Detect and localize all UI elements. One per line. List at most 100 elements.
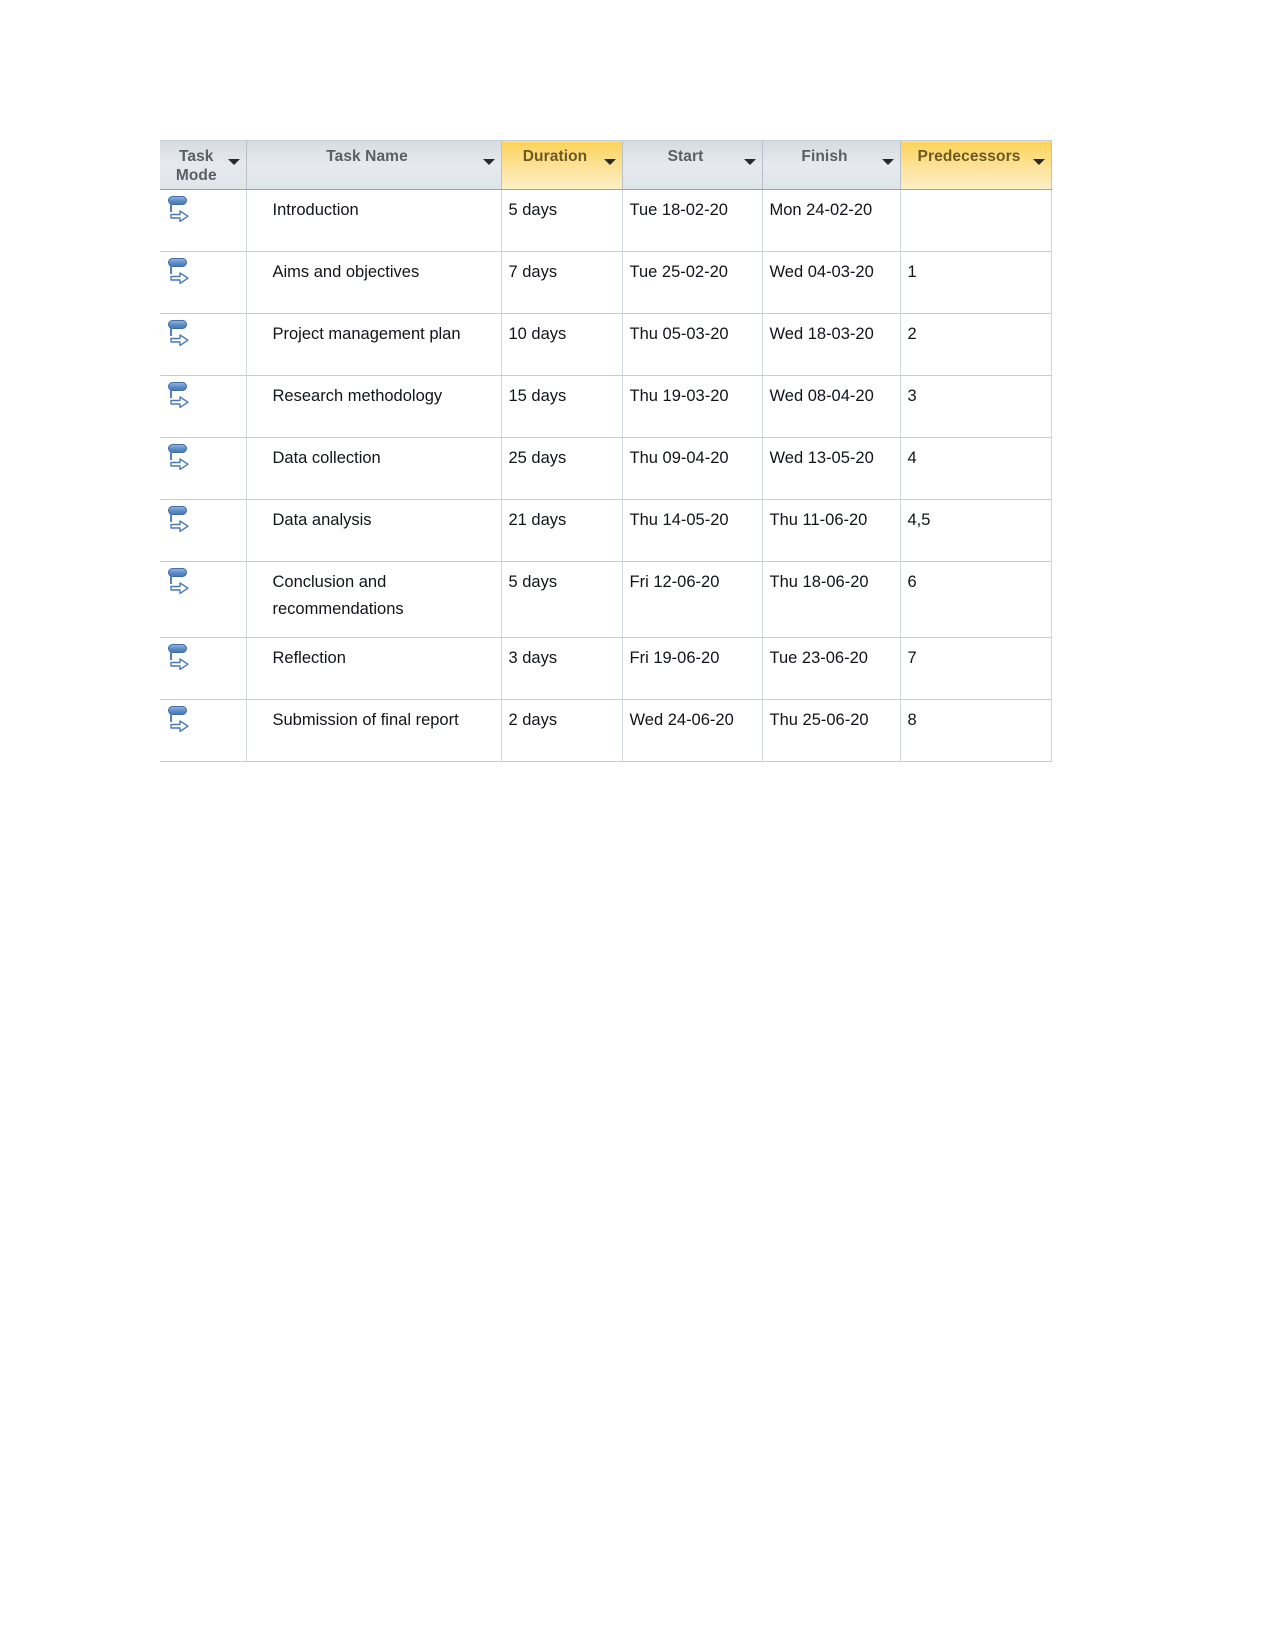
auto-scheduled-task-icon[interactable] <box>166 705 192 733</box>
table-row[interactable]: Project management plan 10 days Thu 05-03-… <box>160 313 1052 376</box>
cell-task-name[interactable]: Conclusion and recommendations <box>246 561 502 638</box>
column-header-start[interactable]: Start <box>622 140 763 190</box>
chevron-down-icon[interactable] <box>482 159 495 165</box>
cell-predecessors[interactable]: 4,5 <box>900 499 1052 562</box>
cell-task-mode[interactable] <box>160 699 247 762</box>
cell-predecessors[interactable]: 8 <box>900 699 1052 762</box>
chevron-down-icon[interactable] <box>743 159 756 165</box>
cell-duration[interactable]: 15 days <box>501 375 623 438</box>
cell-start[interactable]: Fri 12-06-20 <box>622 561 763 638</box>
cell-finish[interactable]: Mon 24-02-20 <box>762 189 901 252</box>
column-header-finish[interactable]: Finish <box>762 140 901 190</box>
cell-duration[interactable]: 10 days <box>501 313 623 376</box>
duration-text: 10 days <box>508 325 567 343</box>
cell-finish[interactable]: Tue 23-06-20 <box>762 637 901 700</box>
auto-scheduled-task-icon[interactable] <box>166 319 192 347</box>
column-header-duration[interactable]: Duration <box>501 140 623 190</box>
cell-start[interactable]: Wed 24-06-20 <box>622 699 763 762</box>
cell-task-name[interactable]: Aims and objectives <box>246 251 502 314</box>
cell-finish[interactable]: Wed 18-03-20 <box>762 313 901 376</box>
cell-task-mode[interactable] <box>160 637 247 700</box>
finish-date-text: Wed 13-05-20 <box>769 449 874 467</box>
chevron-down-icon[interactable] <box>881 159 894 165</box>
auto-scheduled-task-icon[interactable] <box>166 257 192 285</box>
start-date-text: Thu 05-03-20 <box>629 325 729 343</box>
table-row[interactable]: Data analysis 21 days Thu 14-05-20 Thu 11-0… <box>160 499 1052 562</box>
cell-task-name[interactable]: Reflection <box>246 637 502 700</box>
cell-start[interactable]: Thu 09-04-20 <box>622 437 763 500</box>
cell-finish[interactable]: Wed 04-03-20 <box>762 251 901 314</box>
finish-date-text: Mon 24-02-20 <box>769 201 873 219</box>
cell-finish[interactable]: Thu 25-06-20 <box>762 699 901 762</box>
cell-task-name[interactable]: Research methodology <box>246 375 502 438</box>
cell-task-name[interactable]: Data analysis <box>246 499 502 562</box>
column-header-task-name[interactable]: Task Name <box>246 140 502 190</box>
cell-predecessors[interactable]: 1 <box>900 251 1052 314</box>
auto-scheduled-task-icon[interactable] <box>166 443 192 471</box>
cell-predecessors[interactable]: 4 <box>900 437 1052 500</box>
duration-text: 5 days <box>508 573 558 591</box>
chevron-down-icon[interactable] <box>603 159 616 165</box>
cell-start[interactable]: Thu 05-03-20 <box>622 313 763 376</box>
cell-predecessors[interactable]: 2 <box>900 313 1052 376</box>
finish-date-text: Thu 18-06-20 <box>769 573 869 591</box>
cell-task-name[interactable]: Project management plan <box>246 313 502 376</box>
duration-text: 15 days <box>508 387 567 405</box>
table-row[interactable]: Aims and objectives 7 days Tue 25-02-20 Wed… <box>160 251 1052 314</box>
cell-predecessors[interactable]: 3 <box>900 375 1052 438</box>
cell-task-mode[interactable] <box>160 189 247 252</box>
task-name-text: Reflection <box>272 649 346 667</box>
table-row[interactable]: Reflection 3 days Fri 19-06-20 Tue 23-06-20… <box>160 637 1052 700</box>
table-row[interactable]: Introduction 5 days Tue 18-02-20 Mon 24-02-… <box>160 189 1052 252</box>
column-header-label-finish: Finish <box>801 148 848 165</box>
cell-duration[interactable]: 21 days <box>501 499 623 562</box>
auto-scheduled-task-icon[interactable] <box>166 381 192 409</box>
cell-task-name[interactable]: Data collection <box>246 437 502 500</box>
cell-duration[interactable]: 7 days <box>501 251 623 314</box>
cell-task-mode[interactable] <box>160 499 247 562</box>
cell-task-mode[interactable] <box>160 251 247 314</box>
cell-duration[interactable]: 2 days <box>501 699 623 762</box>
chevron-down-icon[interactable] <box>1032 159 1045 165</box>
predecessors-text: 8 <box>907 711 917 729</box>
cell-task-mode[interactable] <box>160 561 247 638</box>
cell-predecessors[interactable]: 6 <box>900 561 1052 638</box>
auto-scheduled-task-icon[interactable] <box>166 195 192 223</box>
auto-scheduled-task-icon[interactable] <box>166 643 192 671</box>
cell-start[interactable]: Thu 19-03-20 <box>622 375 763 438</box>
auto-scheduled-task-icon[interactable] <box>166 567 192 595</box>
chevron-down-icon[interactable] <box>227 159 240 165</box>
table-row[interactable]: Conclusion and recommendations 5 days Fri … <box>160 561 1052 638</box>
table-row[interactable]: Data collection 25 days Thu 09-04-20 Wed 13… <box>160 437 1052 500</box>
cell-task-name[interactable]: Introduction <box>246 189 502 252</box>
cell-duration[interactable]: 25 days <box>501 437 623 500</box>
cell-finish[interactable]: Wed 13-05-20 <box>762 437 901 500</box>
cell-predecessors[interactable] <box>900 189 1052 252</box>
auto-scheduled-task-icon[interactable] <box>166 505 192 533</box>
table-row[interactable]: Research methodology 15 days Thu 19-03-20 W… <box>160 375 1052 438</box>
predecessors-text: 3 <box>907 387 917 405</box>
column-header-task-mode[interactable]: Task Mode <box>160 140 247 190</box>
cell-finish[interactable]: Thu 18-06-20 <box>762 561 901 638</box>
cell-start[interactable]: Tue 18-02-20 <box>622 189 763 252</box>
start-date-text: Fri 19-06-20 <box>629 649 720 667</box>
cell-start[interactable]: Tue 25-02-20 <box>622 251 763 314</box>
cell-start[interactable]: Thu 14-05-20 <box>622 499 763 562</box>
column-header-predecessors[interactable]: Predecessors <box>900 140 1052 190</box>
cell-finish[interactable]: Wed 08-04-20 <box>762 375 901 438</box>
start-date-text: Thu 09-04-20 <box>629 449 729 467</box>
cell-duration[interactable]: 5 days <box>501 561 623 638</box>
cell-duration[interactable]: 5 days <box>501 189 623 252</box>
cell-task-mode[interactable] <box>160 437 247 500</box>
cell-finish[interactable]: Thu 11-06-20 <box>762 499 901 562</box>
cell-task-name[interactable]: Submission of final report <box>246 699 502 762</box>
column-header-label-predecessors: Predecessors <box>917 148 1021 165</box>
cell-duration[interactable]: 3 days <box>501 637 623 700</box>
table-row[interactable]: Submission of final report 2 days Wed 24-0… <box>160 699 1052 762</box>
task-name-text: Data collection <box>272 449 381 467</box>
cell-predecessors[interactable]: 7 <box>900 637 1052 700</box>
cell-task-mode[interactable] <box>160 375 247 438</box>
cell-task-mode[interactable] <box>160 313 247 376</box>
table-header-row: Task Mode Task Name Duration Start Finis… <box>160 140 1052 190</box>
cell-start[interactable]: Fri 19-06-20 <box>622 637 763 700</box>
